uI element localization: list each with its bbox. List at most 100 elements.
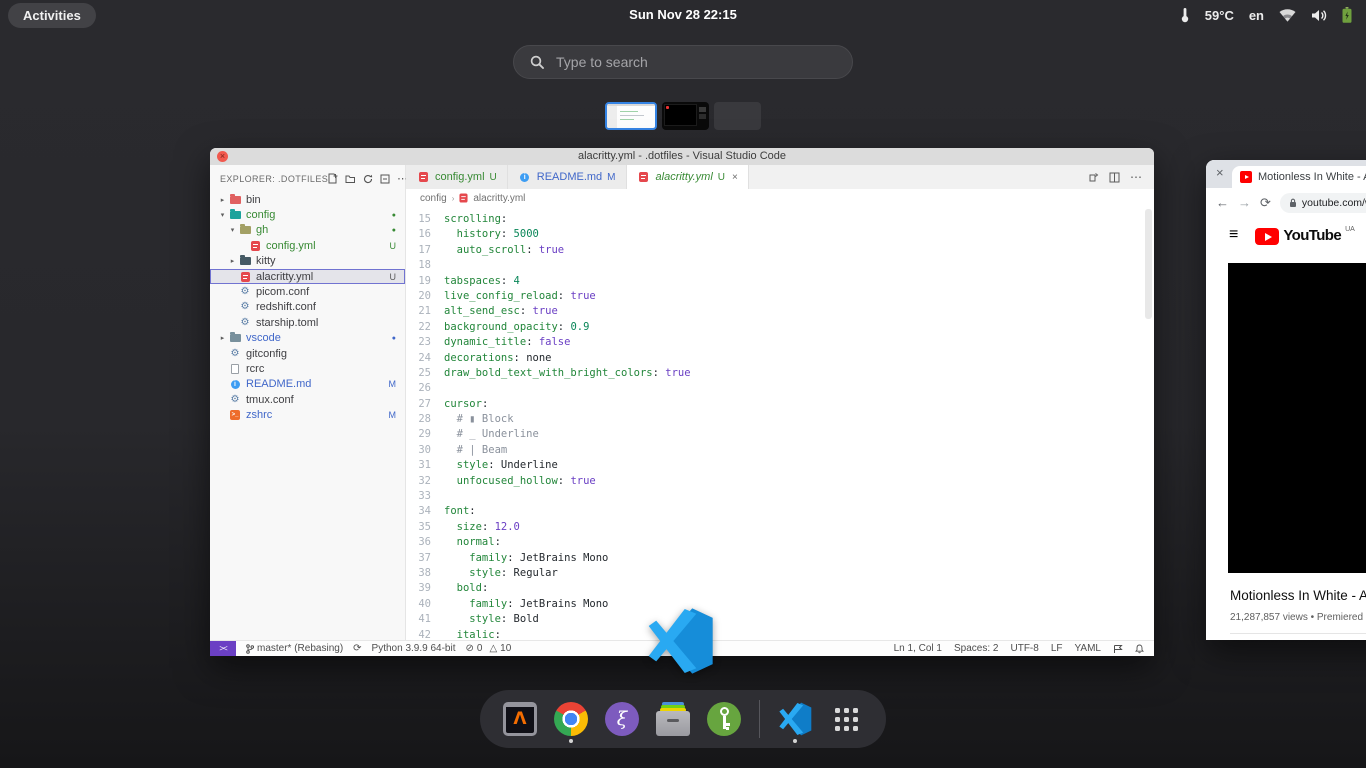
- code-line[interactable]: 31 style: Underline: [406, 458, 1154, 473]
- files-icon[interactable]: [654, 694, 692, 744]
- status-utf-8[interactable]: UTF-8: [1010, 643, 1038, 654]
- code-line[interactable]: 15scrolling:: [406, 212, 1154, 227]
- reload-button[interactable]: ⟳: [1260, 195, 1271, 211]
- open-changes-icon[interactable]: [1088, 172, 1099, 183]
- video-player[interactable]: [1228, 263, 1366, 573]
- code-line[interactable]: 37 family: JetBrains Mono: [406, 551, 1154, 566]
- alacritty-icon[interactable]: Λ: [501, 694, 539, 744]
- code-line[interactable]: 40 family: JetBrains Mono: [406, 597, 1154, 612]
- git-status-badge: ●: [392, 227, 396, 234]
- code-line[interactable]: 35 size: 12.0: [406, 520, 1154, 535]
- editor-tab-alacritty.yml[interactable]: alacritty.ymlU×: [627, 165, 749, 189]
- workspace-thumbnail-active[interactable]: [605, 102, 657, 130]
- collapse-folders-icon[interactable]: [380, 174, 390, 184]
- tree-item-label: tmux.conf: [246, 394, 294, 406]
- code-line[interactable]: 27cursor:: [406, 397, 1154, 412]
- tree-item-config.yml[interactable]: config.ymlU: [210, 238, 405, 253]
- tree-item-README.md[interactable]: iREADME.mdM: [210, 377, 405, 392]
- tree-item-tmux.conf[interactable]: ⚙tmux.conf: [210, 392, 405, 407]
- system-status-area[interactable]: 59°C en: [1180, 0, 1352, 30]
- code-line[interactable]: 21alt_send_esc: true: [406, 304, 1154, 319]
- vscode-icon[interactable]: [776, 694, 814, 744]
- editor-tab-config.yml[interactable]: config.ymlU: [406, 165, 508, 189]
- remote-indicator[interactable]: ><: [210, 641, 236, 656]
- tree-item-zshrc[interactable]: >_zshrcM: [210, 407, 405, 422]
- code-editor[interactable]: 15scrolling:16 history: 500017 auto_scro…: [406, 207, 1154, 640]
- youtube-logo[interactable]: YouTube UA: [1255, 226, 1354, 245]
- new-folder-icon[interactable]: [345, 174, 356, 184]
- code-line[interactable]: 42 italic:: [406, 628, 1154, 640]
- tree-item-kitty[interactable]: ▸kitty: [210, 254, 405, 269]
- activities-button[interactable]: Activities: [8, 3, 96, 28]
- temperature-label: 59°C: [1205, 8, 1234, 23]
- status-spaces-2[interactable]: Spaces: 2: [954, 643, 998, 654]
- clock[interactable]: Sun Nov 28 22:15: [629, 0, 737, 30]
- code-line[interactable]: 30 # | Beam: [406, 443, 1154, 458]
- code-line[interactable]: 29 # _ Underline: [406, 427, 1154, 442]
- code-line[interactable]: 18: [406, 258, 1154, 273]
- tree-item-starship.toml[interactable]: ⚙starship.toml: [210, 315, 405, 330]
- tree-item-rcrc[interactable]: rcrc: [210, 361, 405, 376]
- code-line[interactable]: 28 # ▮ Block: [406, 412, 1154, 427]
- code-line[interactable]: 41 style: Bold: [406, 612, 1154, 627]
- tree-item-alacritty.yml[interactable]: alacritty.ymlU: [210, 269, 405, 284]
- code-line[interactable]: 32 unfocused_hollow: true: [406, 474, 1154, 489]
- tree-item-picom.conf[interactable]: ⚙picom.conf: [210, 284, 405, 299]
- git-branch-status[interactable]: master* (Rebasing): [246, 643, 343, 654]
- more-actions-icon[interactable]: ⋯: [1130, 170, 1142, 184]
- keyboard-layout[interactable]: en: [1249, 8, 1264, 23]
- code-line[interactable]: 38 style: Regular: [406, 566, 1154, 581]
- code-line[interactable]: 22background_opacity: 0.9: [406, 320, 1154, 335]
- code-line[interactable]: 23dynamic_title: false: [406, 335, 1154, 350]
- sync-button[interactable]: ⟳: [353, 643, 361, 654]
- refresh-icon[interactable]: [363, 174, 373, 184]
- status-yaml[interactable]: YAML: [1075, 643, 1102, 654]
- back-button[interactable]: ←: [1216, 195, 1229, 210]
- browser-tab[interactable]: Motionless In White - A: [1232, 166, 1366, 188]
- window-close-button[interactable]: ×: [1216, 165, 1224, 180]
- code-line[interactable]: 25draw_bold_text_with_bright_colors: tru…: [406, 366, 1154, 381]
- new-file-icon[interactable]: [328, 173, 338, 184]
- address-bar[interactable]: youtube.com/wa: [1280, 193, 1366, 213]
- split-editor-icon[interactable]: [1109, 172, 1120, 183]
- search-input[interactable]: Type to search: [513, 45, 853, 79]
- workspace-thumbnail-2[interactable]: [662, 102, 709, 130]
- chrome-icon[interactable]: [552, 694, 590, 744]
- editor-tab-README.md[interactable]: iREADME.mdM: [508, 165, 627, 189]
- problems-status[interactable]: ⊘ 0 △ 10: [466, 643, 512, 654]
- tree-item-vscode[interactable]: ▸vscode●: [210, 331, 405, 346]
- vscode-titlebar[interactable]: × alacritty.yml - .dotfiles - Visual Stu…: [210, 148, 1154, 165]
- code-line[interactable]: 33: [406, 489, 1154, 504]
- code-line[interactable]: 26: [406, 381, 1154, 396]
- python-interpreter[interactable]: Python 3.9.9 64-bit: [372, 643, 456, 654]
- code-line[interactable]: 34font:: [406, 504, 1154, 519]
- bell-icon[interactable]: [1135, 644, 1144, 654]
- status-ln-1-col-1[interactable]: Ln 1, Col 1: [894, 643, 942, 654]
- tab-close-icon[interactable]: ×: [732, 172, 738, 183]
- menu-icon[interactable]: ≡: [1229, 226, 1238, 244]
- app-grid-icon[interactable]: [827, 694, 865, 744]
- code-line[interactable]: 19tabspaces: 4: [406, 274, 1154, 289]
- editor-scrollbar[interactable]: [1145, 209, 1152, 319]
- code-line[interactable]: 20live_config_reload: true: [406, 289, 1154, 304]
- breadcrumb-file[interactable]: alacritty.yml: [473, 193, 525, 204]
- tree-item-gh[interactable]: ▾gh●: [210, 223, 405, 238]
- code-line[interactable]: 17 auto_scroll: true: [406, 243, 1154, 258]
- breadcrumb-folder[interactable]: config: [420, 193, 447, 204]
- passwords-keys-icon[interactable]: [705, 694, 743, 744]
- emacs-icon[interactable]: ξ: [603, 694, 641, 744]
- feedback-icon[interactable]: [1113, 644, 1123, 654]
- code-line[interactable]: 39 bold:: [406, 581, 1154, 596]
- code-line[interactable]: 24decorations: none: [406, 351, 1154, 366]
- tree-item-bin[interactable]: ▸bin: [210, 192, 405, 207]
- window-close-button[interactable]: ×: [217, 151, 228, 162]
- workspace-thumbnail-empty[interactable]: [714, 102, 761, 130]
- forward-button[interactable]: →: [1238, 195, 1251, 210]
- code-line[interactable]: 16 history: 5000: [406, 227, 1154, 242]
- tree-item-config[interactable]: ▾config●: [210, 207, 405, 222]
- status-lf[interactable]: LF: [1051, 643, 1063, 654]
- breadcrumb[interactable]: config › alacritty.yml: [406, 189, 1154, 207]
- tree-item-redshift.conf[interactable]: ⚙redshift.conf: [210, 300, 405, 315]
- code-line[interactable]: 36 normal:: [406, 535, 1154, 550]
- tree-item-gitconfig[interactable]: ⚙gitconfig: [210, 346, 405, 361]
